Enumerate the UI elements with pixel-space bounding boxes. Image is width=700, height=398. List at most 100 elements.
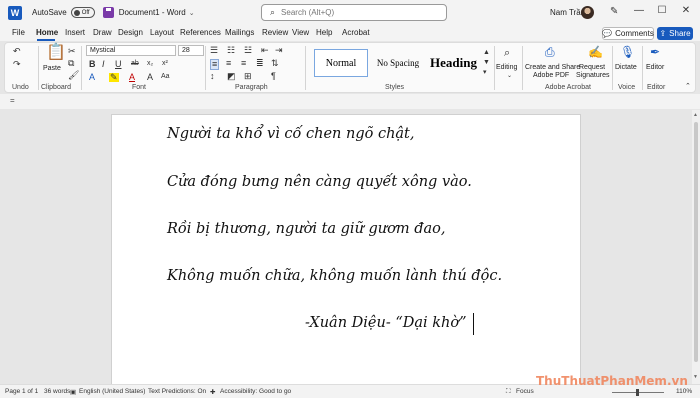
create-share-pdf-label-1[interactable]: Create and Share [525, 64, 580, 72]
shading-icon[interactable]: ◩ [227, 72, 236, 81]
styles-scroll-up-icon[interactable]: ▲ [483, 49, 490, 56]
request-signatures-icon[interactable]: ✍ [588, 46, 603, 58]
cut-icon[interactable]: ✂ [68, 47, 76, 56]
multilevel-list-icon[interactable]: ☳ [244, 46, 252, 55]
justify-icon[interactable]: ≣ [256, 59, 264, 68]
font-name-select[interactable]: Mystical [86, 45, 176, 56]
language[interactable]: English (United States) [79, 388, 145, 395]
pen-icon[interactable]: ✎ [610, 6, 618, 17]
scroll-down-icon[interactable]: ▼ [693, 374, 698, 380]
styles-scroll-down-icon[interactable]: ▼ [483, 59, 490, 66]
highlight-icon[interactable]: ✎ [109, 73, 119, 82]
numbering-icon[interactable]: ☷ [227, 46, 235, 55]
tab-design[interactable]: Design [118, 28, 143, 37]
shrink-font-button[interactable]: A [147, 73, 153, 82]
comments-button[interactable]: 💬 Comments [602, 27, 654, 40]
italic-button[interactable]: I [102, 60, 105, 69]
style-no-spacing[interactable]: No Spacing [371, 49, 425, 77]
style-normal[interactable]: Normal [314, 49, 368, 77]
tab-review[interactable]: Review [262, 28, 288, 37]
vertical-scrollbar[interactable]: ▲ ▼ [692, 110, 700, 384]
accessibility-icon[interactable]: ✚ [210, 388, 215, 396]
superscript-button[interactable]: x² [162, 60, 168, 67]
document-title[interactable]: Document1 - Word [119, 8, 186, 17]
decrease-indent-icon[interactable]: ⇤ [261, 46, 269, 55]
paste-label[interactable]: Paste [43, 65, 61, 73]
maximize-button[interactable]: ☐ [655, 5, 669, 16]
align-left-icon[interactable]: ≡ [210, 59, 220, 70]
page-count[interactable]: Page 1 of 1 [5, 388, 38, 395]
avatar[interactable] [581, 6, 594, 19]
close-button[interactable]: ✕ [679, 5, 693, 16]
style-heading-1[interactable]: Heading 1 [428, 49, 480, 77]
copy-icon[interactable]: ⧉ [68, 59, 74, 68]
tab-insert[interactable]: Insert [65, 28, 85, 37]
subscript-button[interactable]: x₂ [147, 60, 153, 67]
font-size-select[interactable]: 28 [178, 45, 204, 56]
autosave-toggle[interactable]: Off [70, 7, 95, 18]
editor-icon[interactable]: ✒ [650, 46, 660, 58]
dictate-button[interactable]: Dictate [615, 64, 637, 72]
tab-references[interactable]: References [180, 28, 221, 37]
focus-icon[interactable]: ⛶ [506, 388, 511, 396]
poem-line-3[interactable]: Rồi bị thương, người ta giữ gươm đao, [167, 221, 446, 237]
tab-draw[interactable]: Draw [93, 28, 112, 37]
chevron-down-icon[interactable]: ⌄ [507, 73, 512, 79]
scrollbar-thumb[interactable] [694, 122, 698, 362]
microphone-icon[interactable]: 🎙 [620, 46, 635, 58]
align-center-icon[interactable]: ≡ [226, 59, 231, 68]
underline-button[interactable]: U [115, 60, 122, 69]
poem-signature[interactable]: -Xuân Diệu- “Dại khờ” [305, 315, 467, 331]
request-signatures-label-2[interactable]: Signatures [576, 72, 609, 80]
editor-button[interactable]: Editor [646, 64, 664, 72]
save-icon[interactable] [102, 7, 114, 18]
paste-icon[interactable]: 📋 [46, 45, 66, 61]
tab-view[interactable]: View [292, 28, 309, 37]
poem-line-1[interactable]: Người ta khổ vì cố chen ngõ chật, [167, 126, 415, 142]
redo-icon[interactable]: ↷ [13, 60, 21, 69]
word-count[interactable]: 36 words [44, 388, 70, 395]
format-painter-icon[interactable]: 🖌 [68, 71, 79, 80]
create-pdf-icon[interactable]: ⎙ [545, 46, 555, 58]
poem-line-2[interactable]: Cửa đóng bưng nên càng quyết xông vào. [167, 174, 472, 190]
strikethrough-button[interactable]: ab [131, 60, 139, 67]
find-icon[interactable]: ⌕ [504, 48, 510, 59]
collapse-ribbon-icon[interactable]: ⌃ [685, 83, 691, 90]
tab-layout[interactable]: Layout [150, 28, 174, 37]
undo-icon[interactable]: ↶ [13, 47, 21, 56]
bold-button[interactable]: B [89, 60, 96, 69]
poem-line-4[interactable]: Không muốn chữa, không muốn lành thú độc… [167, 268, 502, 284]
text-predictions[interactable]: Text Predictions: On [148, 388, 206, 395]
text-effects-button[interactable]: A [89, 73, 95, 82]
bullets-icon[interactable]: ☰ [210, 46, 218, 55]
align-right-icon[interactable]: ≡ [241, 59, 246, 68]
tab-file[interactable]: File [12, 28, 25, 37]
focus-button[interactable]: Focus [516, 388, 534, 395]
borders-icon[interactable]: ⊞ [244, 72, 252, 81]
change-case-button[interactable]: Aa [161, 73, 170, 80]
search-input[interactable] [281, 8, 432, 17]
chevron-down-icon[interactable]: ⌄ [189, 9, 195, 17]
font-color-button[interactable]: A [129, 73, 135, 82]
minimize-button[interactable]: — [632, 5, 646, 16]
line-spacing-icon[interactable]: ↕ [210, 72, 215, 81]
create-share-pdf-label-2[interactable]: Adobe PDF [533, 72, 569, 80]
tab-acrobat[interactable]: Acrobat [342, 28, 370, 37]
styles-more-icon[interactable]: ▾ [483, 69, 487, 76]
search-box[interactable]: ⌕ [261, 4, 447, 21]
tab-mailings[interactable]: Mailings [225, 28, 254, 37]
scroll-up-icon[interactable]: ▲ [693, 112, 698, 118]
accessibility-status[interactable]: Accessibility: Good to go [220, 388, 291, 395]
zoom-level[interactable]: 110% [676, 388, 692, 395]
proofing-icon[interactable]: ▣ [70, 388, 76, 396]
tab-home[interactable]: Home [36, 28, 58, 37]
zoom-slider-thumb[interactable] [636, 389, 639, 396]
customize-toolbar-button[interactable]: = [10, 96, 15, 105]
show-marks-icon[interactable]: ¶ [271, 72, 276, 81]
editing-button[interactable]: Editing [496, 64, 517, 72]
request-signatures-label-1[interactable]: Request [579, 64, 605, 72]
document-page[interactable]: Người ta khổ vì cố chen ngõ chật, Cửa đó… [111, 114, 581, 384]
tab-help[interactable]: Help [316, 28, 332, 37]
increase-indent-icon[interactable]: ⇥ [275, 46, 283, 55]
sort-icon[interactable]: ⇅ [271, 59, 279, 68]
